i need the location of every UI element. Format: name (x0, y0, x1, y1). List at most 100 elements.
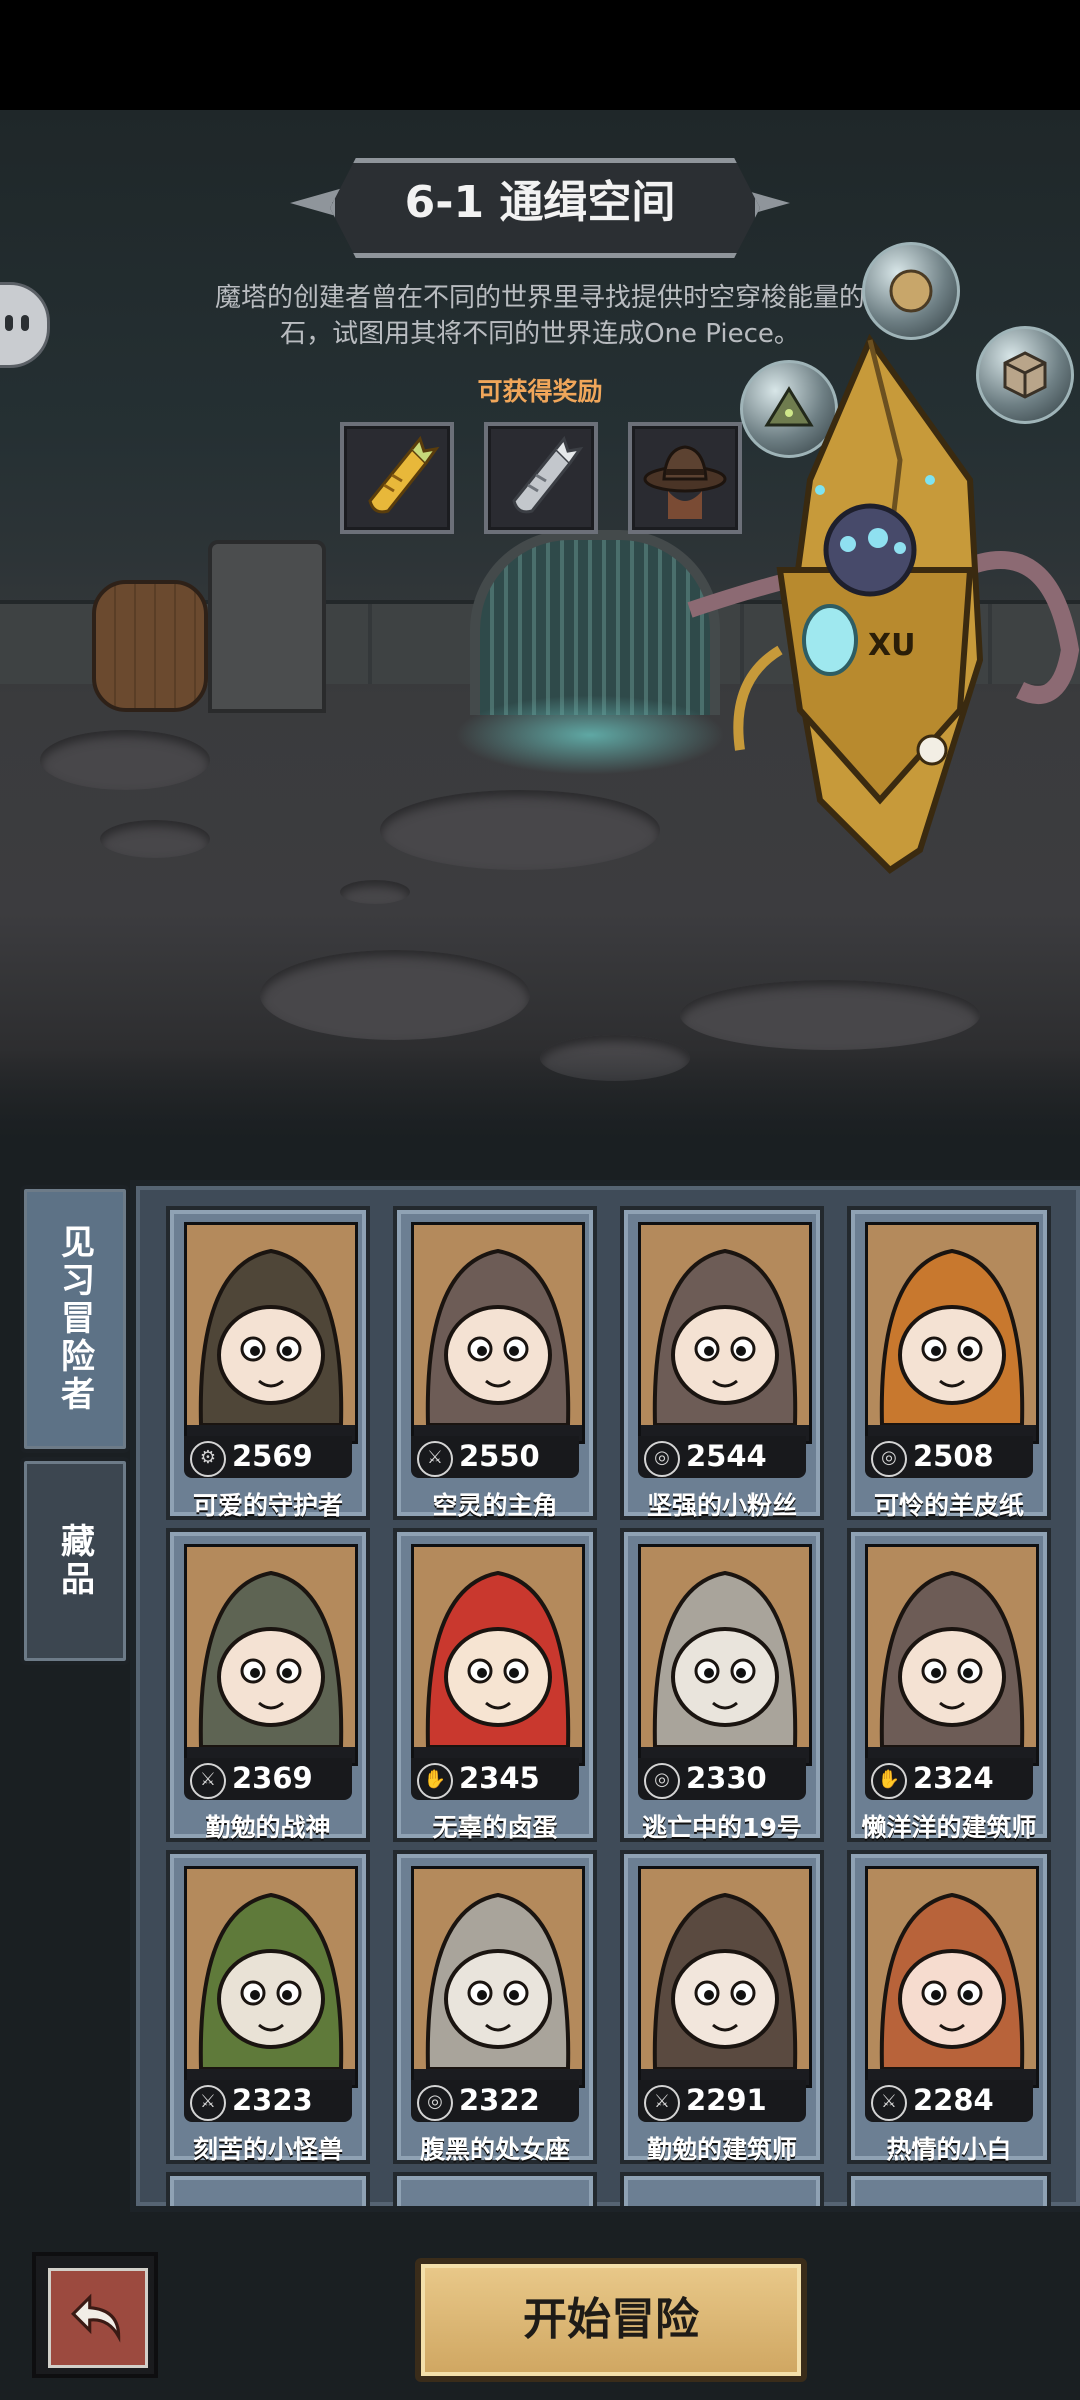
back-button[interactable] (32, 2252, 158, 2378)
stage-title: 6-1 通缉空间 (404, 177, 676, 228)
hero-avatar-icon (868, 1869, 1036, 2071)
hero-card-partial[interactable] (166, 2172, 370, 2206)
hero-portrait (865, 1222, 1039, 1444)
hero-avatar-icon (641, 1547, 809, 1749)
hero-card[interactable]: ◎ 2544 坚强的小粉丝 (620, 1206, 824, 1520)
hero-name: 腹黑的处女座 (419, 2135, 570, 2164)
power-bar: ⚔ 2284 (865, 2080, 1033, 2122)
hero-card[interactable]: ⚔ 2284 热情的小白 (847, 1850, 1051, 2164)
reward-slot[interactable] (484, 422, 598, 534)
hero-card[interactable]: ✋ 2324 懒洋洋的建筑师 (847, 1528, 1051, 1842)
hero-power: 2323 (232, 2083, 313, 2117)
rewards-label: 可获得奖励 (477, 377, 603, 406)
power-bar: ◎ 2330 (638, 1758, 806, 1800)
hero-avatar-icon (187, 1869, 355, 2071)
hero-card[interactable]: ⚔ 2550 空灵的主角 (393, 1206, 597, 1520)
hero-avatar-icon (414, 1547, 582, 1749)
hero-portrait (184, 1222, 358, 1444)
hero-card[interactable]: ⚙ 2569 可爱的守护者 (166, 1206, 370, 1520)
hero-card[interactable]: ⚔ 2369 勤勉的战神 (166, 1528, 370, 1842)
hero-portrait (411, 1544, 585, 1766)
reward-slot[interactable] (340, 422, 454, 534)
hero-power: 2345 (459, 1761, 540, 1795)
hero-card[interactable]: ⚔ 2323 刻苦的小怪兽 (166, 1850, 370, 2164)
power-bar: ◎ 2508 (865, 1436, 1033, 1478)
hero-name: 热情的小白 (886, 2135, 1012, 2164)
broken-pillar (208, 540, 326, 713)
heal-icon: ✋ (871, 1763, 907, 1799)
hero-card-partial[interactable] (620, 2172, 824, 2206)
hero-name: 可怜的羊皮纸 (873, 1491, 1024, 1520)
foreground-shadow (0, 1050, 1080, 1180)
stone-icon (889, 269, 933, 313)
hero-card-partial[interactable] (847, 2172, 1051, 2206)
back-button-face (48, 2268, 148, 2368)
hero-power: 2544 (686, 1439, 767, 1473)
hero-card[interactable]: ✋ 2345 无辜的卤蛋 (393, 1528, 597, 1842)
hero-power: 2330 (686, 1761, 767, 1795)
hero-portrait (638, 1222, 812, 1444)
tab-collection[interactable]: 藏品 (20, 1457, 130, 1665)
hero-portrait (865, 1544, 1039, 1766)
floor-puddle (40, 730, 210, 790)
support-icon: ⚙ (190, 1441, 226, 1477)
hero-card[interactable]: ◎ 2330 逃亡中的19号 (620, 1528, 824, 1842)
hero-name: 无辜的卤蛋 (432, 1813, 558, 1842)
hero-avatar-icon (641, 1225, 809, 1427)
hero-portrait (865, 1866, 1039, 2088)
hero-avatar-icon (414, 1869, 582, 2071)
attack-icon: ⚔ (871, 2085, 907, 2121)
orb-stone[interactable] (862, 242, 960, 340)
hero-power: 2369 (232, 1761, 313, 1795)
power-bar: ⚙ 2569 (184, 1436, 352, 1478)
floor-puddle (680, 980, 980, 1050)
target-icon: ◎ (644, 1763, 680, 1799)
hero-power: 2550 (459, 1439, 540, 1473)
hero-power: 2284 (913, 2083, 994, 2117)
hero-avatar-icon (868, 1225, 1036, 1427)
floor-puddle (380, 790, 660, 870)
back-arrow-icon (71, 2293, 121, 2343)
hero-name: 坚强的小粉丝 (646, 1491, 797, 1520)
hero-card[interactable]: ◎ 2508 可怜的羊皮纸 (847, 1206, 1051, 1520)
floor-puddle (100, 820, 210, 858)
hero-portrait (184, 1866, 358, 2088)
hero-avatar-icon (641, 1869, 809, 2071)
hero-name: 勤勉的建筑师 (646, 2135, 797, 2164)
attack-icon: ⚔ (644, 2085, 680, 2121)
hero-card[interactable]: ⚔ 2291 勤勉的建筑师 (620, 1850, 824, 2164)
floor-puddle (260, 950, 530, 1040)
hero-name: 可爱的守护者 (192, 1491, 343, 1520)
hero-name: 刻苦的小怪兽 (192, 2135, 343, 2164)
hero-grid-panel[interactable]: ⚙ 2569 可爱的守护者 ⚔ 2550 空灵的主角 ◎ 2544 坚强的小粉丝 ◎ 2508 可怜的… (130, 1180, 1080, 2212)
status-bar (0, 0, 1080, 110)
hero-card[interactable]: ◎ 2322 腹黑的处女座 (393, 1850, 597, 2164)
hero-portrait (411, 1222, 585, 1444)
tab-apprentice-adventurers[interactable]: 见习冒险者 (20, 1185, 130, 1453)
power-bar: ◎ 2322 (411, 2080, 579, 2122)
power-bar: ⚔ 2291 (638, 2080, 806, 2122)
hero-power: 2569 (232, 1439, 313, 1473)
silver-carrot-icon (512, 435, 584, 514)
attack-icon: ⚔ (417, 1441, 453, 1477)
power-bar: ✋ 2324 (865, 1758, 1033, 1800)
hero-avatar-icon (414, 1225, 582, 1427)
hero-name: 逃亡中的19号 (642, 1813, 802, 1842)
golden-carrot-icon (368, 435, 440, 514)
floor-puddle (340, 880, 410, 904)
hero-avatar-icon (187, 1225, 355, 1427)
hero-portrait (638, 1544, 812, 1766)
hero-portrait (411, 1866, 585, 2088)
hero-power: 2322 (459, 2083, 540, 2117)
hero-name: 勤勉的战神 (205, 1813, 331, 1842)
eye-icon (21, 315, 29, 331)
description-line-1: 魔塔的创建者曾在不同的世界里寻找提供时空穿梭能量的 (214, 283, 865, 313)
target-icon: ◎ (417, 2085, 453, 2121)
hero-name: 懒洋洋的建筑师 (861, 1813, 1037, 1842)
target-icon: ◎ (871, 1441, 907, 1477)
start-adventure-button[interactable]: 开始冒险 (415, 2258, 807, 2382)
hero-card-partial[interactable] (393, 2172, 597, 2206)
power-bar: ⚔ 2550 (411, 1436, 579, 1478)
power-bar: ✋ 2345 (411, 1758, 579, 1800)
hero-name: 空灵的主角 (432, 1491, 558, 1520)
